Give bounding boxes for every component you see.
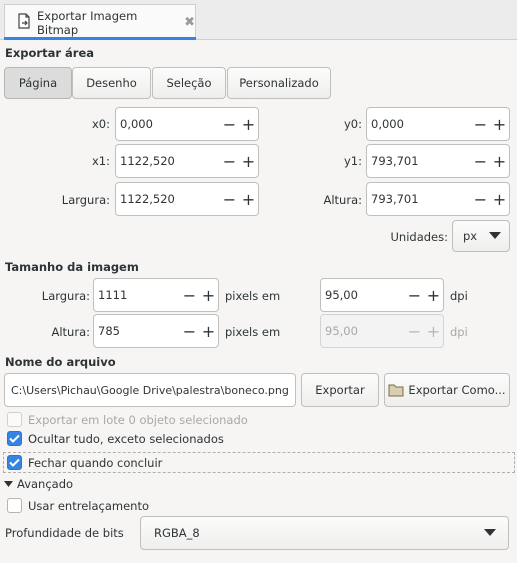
close-when-done-checkbox[interactable] [7, 455, 22, 470]
document-export-icon [17, 13, 31, 32]
image-width-spinbox[interactable]: 1111 − + [93, 278, 219, 312]
hide-all-option[interactable]: Ocultar tudo, exceto selecionados [7, 431, 224, 446]
area-drawing-button[interactable]: Desenho [72, 67, 151, 99]
minus-icon[interactable]: − [180, 279, 199, 311]
image-width-unit: pixels em [225, 289, 281, 303]
image-width-dpi-value: 95,00 [325, 288, 358, 302]
image-height-label: Altura: [51, 325, 90, 339]
plus-icon[interactable]: + [490, 183, 509, 215]
area-custom-button[interactable]: Personalizado [227, 67, 331, 99]
advanced-label: Avançado [17, 477, 74, 491]
chevron-down-icon [484, 529, 496, 537]
plus-icon[interactable]: + [490, 108, 509, 140]
folder-icon [388, 383, 404, 397]
plus-icon[interactable]: + [239, 183, 258, 215]
close-icon[interactable]: ✖ [184, 15, 195, 30]
close-when-done-label: Fechar quando concluir [28, 455, 163, 470]
bit-depth-select[interactable]: RGBA_8 [140, 516, 509, 550]
interlace-option[interactable]: Usar entrelaçamento [7, 498, 149, 513]
dpi-label: dpi [450, 289, 468, 303]
batch-export-option: Exportar em lote 0 objeto selecionado [7, 412, 248, 427]
minus-icon[interactable]: − [220, 145, 239, 177]
minus-icon[interactable]: − [180, 315, 199, 347]
checkmark-icon [9, 434, 20, 443]
export-area-title: Exportar área [5, 46, 95, 60]
tab-title: Exportar Imagem Bitmap [37, 8, 138, 37]
advanced-expander[interactable]: Avançado [4, 477, 73, 491]
filename-value: C:\Users\Pichau\Google Drive\palestra\bo… [11, 383, 289, 397]
units-label: Unidades: [390, 230, 449, 244]
export-as-label: Exportar Como... [408, 383, 506, 397]
minus-icon[interactable]: − [471, 183, 490, 215]
image-height-spinbox[interactable]: 785 − + [93, 314, 219, 348]
image-height-dpi-value: 95,00 [325, 324, 358, 338]
minus-icon: − [407, 321, 422, 341]
image-height-unit: pixels em [225, 325, 281, 339]
area-width-label: Largura: [61, 193, 110, 207]
image-height-dpi-spinbox: 95,00 − + [320, 314, 444, 348]
batch-export-checkbox [7, 412, 22, 427]
hide-all-checkbox[interactable] [7, 431, 22, 446]
y0-spinbox[interactable]: 0,000 − + [366, 107, 510, 141]
plus-icon[interactable]: + [239, 145, 258, 177]
bit-depth-value: RGBA_8 [154, 526, 200, 540]
dpi-label-disabled: dpi [450, 325, 468, 339]
image-width-value: 1111 [98, 288, 128, 302]
area-selection-button[interactable]: Seleção [152, 67, 226, 99]
y1-label: y1: [344, 154, 362, 168]
x1-label: x1: [92, 154, 110, 168]
y1-spinbox[interactable]: 793,701 − + [366, 144, 510, 178]
export-button[interactable]: Exportar [301, 373, 379, 407]
plus-icon[interactable]: + [239, 108, 258, 140]
close-when-done-option[interactable]: Fechar quando concluir [3, 452, 515, 473]
minus-icon[interactable]: − [471, 108, 490, 140]
plus-icon: + [426, 321, 441, 341]
units-value: px [463, 229, 478, 243]
y0-label: y0: [344, 117, 362, 131]
export-as-button[interactable]: Exportar Como... [384, 373, 510, 407]
minus-icon[interactable]: − [220, 108, 239, 140]
checkmark-icon [9, 458, 20, 467]
area-height-label: Altura: [323, 193, 362, 207]
area-width-spinbox[interactable]: 1122,520 − + [115, 182, 259, 216]
y0-value: 0,000 [371, 117, 404, 131]
plus-icon[interactable]: + [424, 279, 443, 311]
interlace-checkbox[interactable] [7, 498, 22, 513]
triangle-down-icon [4, 480, 13, 488]
area-width-value: 1122,520 [120, 192, 175, 206]
y1-value: 793,701 [371, 154, 419, 168]
chevron-down-icon [489, 232, 501, 240]
minus-icon[interactable]: − [220, 183, 239, 215]
minus-icon[interactable]: − [471, 145, 490, 177]
x1-spinbox[interactable]: 1122,520 − + [115, 144, 259, 178]
plus-icon[interactable]: + [199, 279, 218, 311]
tab-active-indicator [4, 37, 196, 40]
hide-all-label: Ocultar tudo, exceto selecionados [28, 431, 224, 446]
image-height-value: 785 [98, 324, 120, 338]
filename-title: Nome do arquivo [5, 355, 116, 369]
area-height-spinbox[interactable]: 793,701 − + [366, 182, 510, 216]
x0-value: 0,000 [120, 117, 153, 131]
batch-export-label: Exportar em lote 0 objeto selecionado [28, 412, 248, 427]
image-width-label: Largura: [41, 289, 90, 303]
x1-value: 1122,520 [120, 154, 175, 168]
interlace-label: Usar entrelaçamento [28, 498, 149, 513]
area-height-value: 793,701 [371, 192, 419, 206]
plus-icon[interactable]: + [490, 145, 509, 177]
image-width-dpi-spinbox[interactable]: 95,00 − + [320, 278, 444, 312]
area-page-button[interactable]: Página [4, 67, 72, 99]
x0-spinbox[interactable]: 0,000 − + [115, 107, 259, 141]
tab-export-bitmap[interactable]: Exportar Imagem Bitmap ✖ [4, 4, 196, 40]
plus-icon[interactable]: + [199, 315, 218, 347]
image-size-title: Tamanho da imagem [5, 260, 139, 274]
x0-label: x0: [92, 117, 110, 131]
minus-icon[interactable]: − [405, 279, 424, 311]
bit-depth-label: Profundidade de bits [5, 526, 124, 540]
units-select[interactable]: px [452, 220, 510, 252]
filename-input[interactable]: C:\Users\Pichau\Google Drive\palestra\bo… [4, 373, 296, 407]
